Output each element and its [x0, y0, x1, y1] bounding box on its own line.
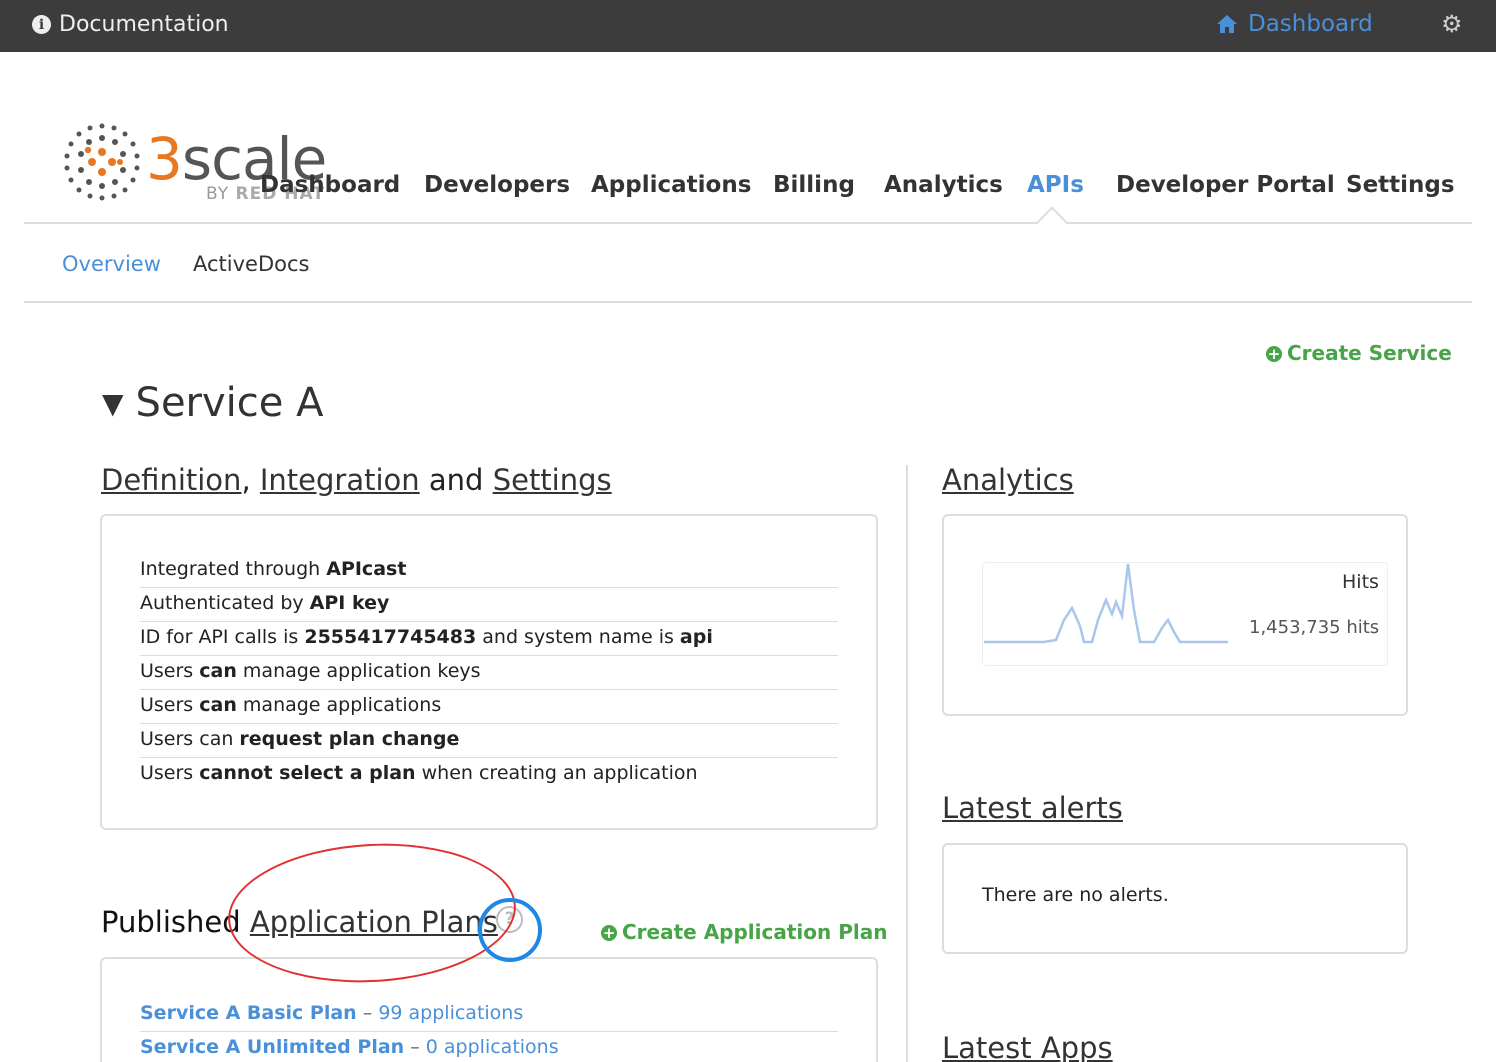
- tab-overview[interactable]: Overview: [62, 252, 161, 276]
- service-title[interactable]: ▼ Service A: [102, 380, 323, 426]
- sub-nav-divider: [24, 301, 1472, 303]
- main-nav: Dashboard Developers Applications Billin…: [0, 172, 1496, 208]
- top-bar: i Documentation Dashboard ⚙: [0, 0, 1496, 52]
- tab-activedocs[interactable]: ActiveDocs: [193, 252, 309, 276]
- latest-alerts-link[interactable]: Latest alerts: [942, 791, 1123, 825]
- column-divider: [906, 465, 908, 1062]
- integration-link[interactable]: Integration: [260, 463, 420, 497]
- settings-link[interactable]: Settings: [493, 463, 612, 497]
- nav-item-developers[interactable]: Developers: [424, 172, 570, 198]
- main-nav-divider: [24, 222, 1472, 224]
- create-service-label: Create Service: [1287, 341, 1452, 365]
- alerts-empty-text: There are no alerts.: [982, 884, 1169, 906]
- plan-applications-link[interactable]: 0 applications: [426, 1036, 559, 1058]
- home-icon: [1217, 15, 1237, 33]
- analytics-link[interactable]: Analytics: [942, 463, 1074, 497]
- definition-heading: Definition, Integration and Settings: [101, 463, 612, 497]
- definition-row: Integrated through APIcast: [140, 554, 838, 588]
- nav-item-settings[interactable]: Settings: [1346, 172, 1455, 198]
- hits-label: Hits: [1342, 571, 1379, 593]
- plan-link[interactable]: Service A Basic Plan: [140, 1002, 357, 1024]
- definition-row: Users can request plan change: [140, 724, 838, 758]
- dashboard-label: Dashboard: [1248, 11, 1373, 37]
- latest-alerts-heading: Latest alerts: [942, 791, 1123, 825]
- nav-item-apis[interactable]: APIs: [1027, 172, 1084, 198]
- annotation-blue-circle: [478, 898, 542, 962]
- active-nav-caret: [1036, 206, 1068, 238]
- triangle-down-icon: ▼: [102, 386, 124, 420]
- definition-row: Users can manage application keys: [140, 656, 838, 690]
- plan-applications-link[interactable]: 99 applications: [378, 1002, 523, 1024]
- hits-sparkline: [984, 563, 1228, 644]
- plus-circle-icon: +: [601, 924, 617, 942]
- plan-link[interactable]: Service A Unlimited Plan: [140, 1036, 404, 1058]
- info-icon: i: [32, 15, 51, 34]
- nav-item-applications[interactable]: Applications: [591, 172, 751, 198]
- definition-row: Users cannot select a plan when creating…: [140, 762, 698, 784]
- plan-row: Service A Unlimited Plan – 0 application…: [140, 1032, 838, 1062]
- definition-list: Integrated through APIcast Authenticated…: [140, 554, 838, 792]
- gear-icon[interactable]: ⚙: [1441, 10, 1463, 38]
- service-name: Service A: [135, 380, 324, 426]
- definition-link[interactable]: Definition: [101, 463, 241, 497]
- plus-circle-icon: +: [1266, 345, 1282, 363]
- nav-item-billing[interactable]: Billing: [773, 172, 855, 198]
- plan-row: Service A Basic Plan – 99 applications: [140, 998, 838, 1032]
- nav-item-analytics[interactable]: Analytics: [884, 172, 1003, 198]
- nav-item-developer-portal[interactable]: Developer Portal: [1116, 172, 1335, 198]
- latest-apps-link[interactable]: Latest Apps: [942, 1031, 1113, 1062]
- analytics-heading: Analytics: [942, 463, 1074, 497]
- dashboard-link[interactable]: Dashboard: [1216, 11, 1373, 37]
- documentation-link[interactable]: i Documentation: [32, 12, 229, 37]
- create-plan-label: Create Application Plan: [622, 920, 888, 944]
- plans-list: Service A Basic Plan – 99 applications S…: [140, 998, 838, 1062]
- latest-apps-heading: Latest Apps: [942, 1031, 1113, 1062]
- definition-row: Authenticated by API key: [140, 588, 838, 622]
- create-service-button[interactable]: + Create Service: [1266, 341, 1452, 365]
- hits-value: 1,453,735 hits: [1249, 617, 1380, 638]
- definition-row: Users can manage applications: [140, 690, 838, 724]
- documentation-label: Documentation: [59, 12, 229, 37]
- nav-item-dashboard[interactable]: Dashboard: [260, 172, 400, 198]
- create-application-plan-button[interactable]: + Create Application Plan: [601, 920, 887, 944]
- definition-row: ID for API calls is 2555417745483 and sy…: [140, 622, 838, 656]
